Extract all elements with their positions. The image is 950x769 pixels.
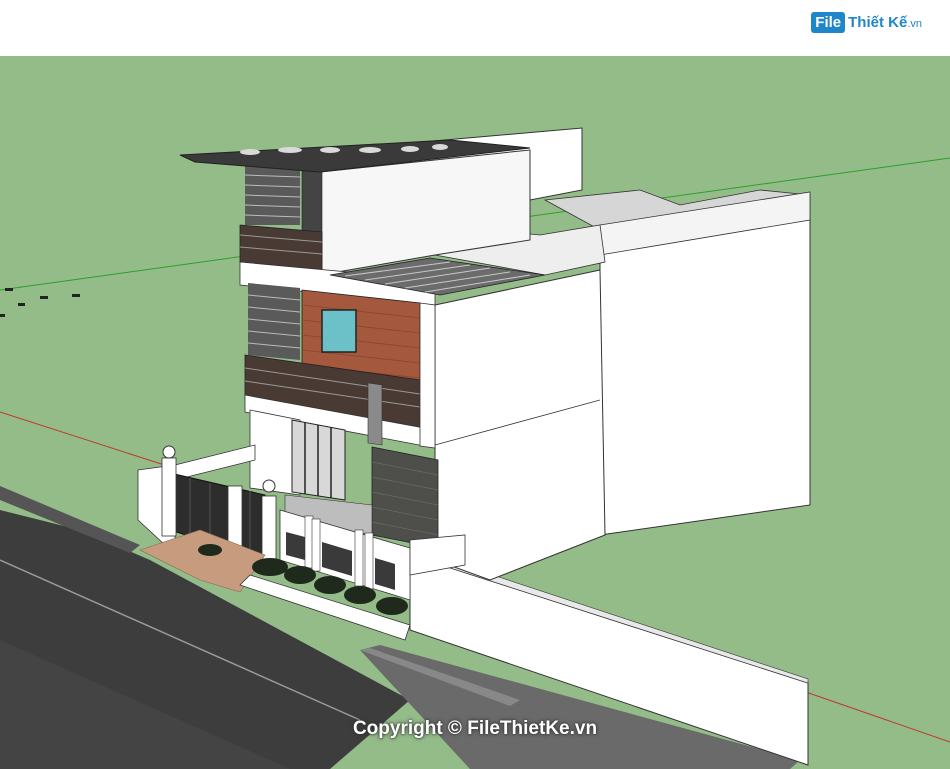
lamp-right bbox=[262, 479, 276, 493]
brand-tld: .vn bbox=[907, 18, 922, 30]
file-folder-icon: File bbox=[811, 12, 846, 33]
copyright-watermark: Copyright © FileThietKe.vn bbox=[352, 718, 598, 739]
middle-block-front bbox=[434, 269, 606, 581]
gate-pillar-left bbox=[161, 457, 177, 537]
brand-name: Thiết Kế bbox=[848, 14, 908, 31]
column-right bbox=[419, 302, 436, 449]
gate-pillar-middle bbox=[227, 485, 243, 547]
gate-pillar-right bbox=[261, 495, 277, 565]
model-viewport[interactable]: File Thiết Kế.vn Copyright © FileThietKe… bbox=[0, 0, 950, 769]
3d-scene[interactable] bbox=[0, 0, 950, 769]
lamp-left bbox=[162, 445, 176, 459]
window bbox=[321, 309, 357, 353]
entry-column bbox=[367, 382, 383, 446]
brand-logo: File Thiết Kế.vn bbox=[811, 12, 922, 33]
sky bbox=[0, 0, 950, 56]
